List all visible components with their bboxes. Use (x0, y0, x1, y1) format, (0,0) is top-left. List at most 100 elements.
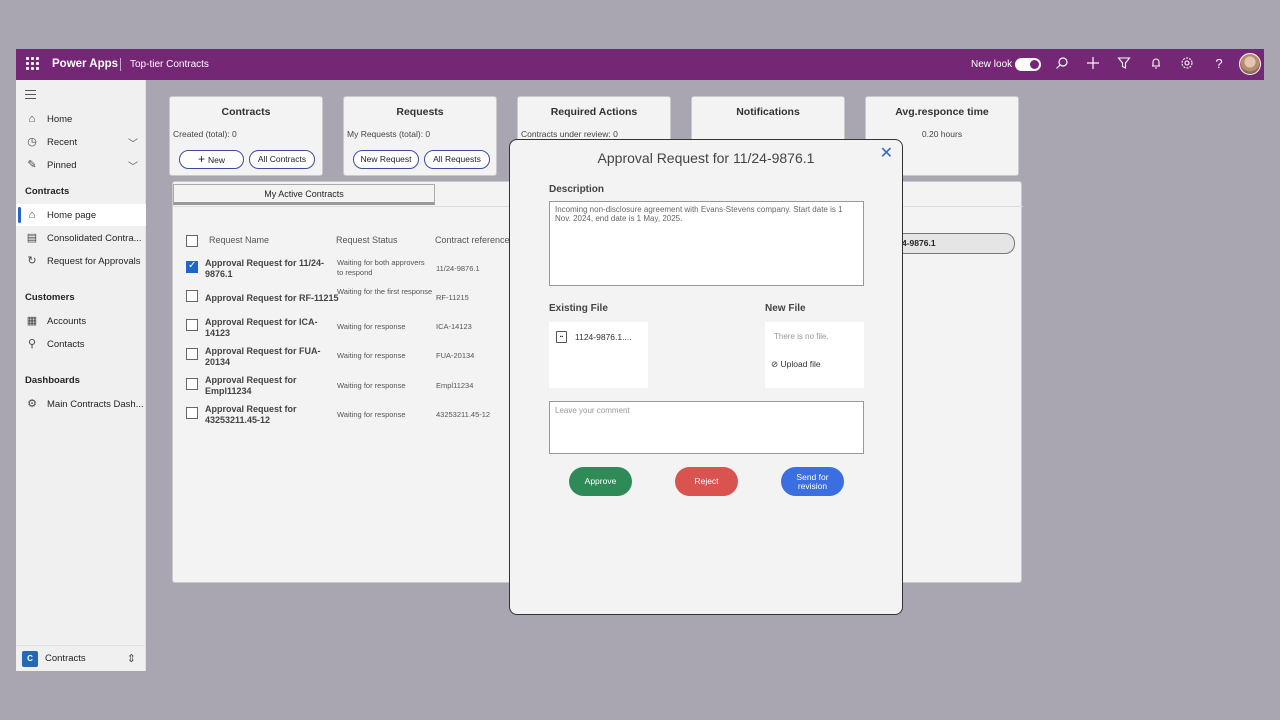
home-icon: ⌂ (28, 113, 36, 125)
sidebar-item-label: Request for Approvals (47, 255, 141, 267)
sidebar-item-label: Main Contracts Dash... (47, 398, 144, 410)
approve-button[interactable]: Approve (569, 467, 632, 496)
column-header-status[interactable]: Request Status (336, 235, 398, 245)
app-launcher-icon[interactable] (26, 57, 40, 71)
sidebar-item-accounts[interactable]: ▦ Accounts (16, 310, 146, 332)
no-file-text: There is no file. (774, 332, 829, 341)
dashboard-icon: ⚙ (27, 398, 37, 410)
sidebar-item-label: Home page (47, 209, 97, 221)
card-subtitle: Contracts under review: 0 (521, 129, 618, 139)
app-name[interactable]: Power Apps (52, 58, 118, 70)
file-icon: ▪▪ (556, 331, 567, 343)
bell-icon[interactable] (1148, 56, 1164, 72)
section-header-customers: Customers (25, 292, 75, 303)
sidebar-item-label: Recent (47, 136, 78, 148)
avatar[interactable] (1239, 53, 1261, 75)
help-icon[interactable]: ? (1211, 56, 1227, 72)
settings-icon[interactable] (1179, 56, 1195, 72)
new-contract-button[interactable]: + New (179, 150, 244, 169)
upload-file-button[interactable]: ⊘ Upload file (771, 359, 821, 370)
divider (120, 58, 121, 71)
approval-icon: ↻ (27, 255, 37, 267)
sidebar-item-main-contracts-dashboard[interactable]: ⚙ Main Contracts Dash... (16, 393, 146, 415)
close-icon[interactable]: ✕ (880, 146, 893, 162)
all-contracts-button[interactable]: All Contracts (249, 150, 315, 169)
table-row-status: Waiting for the first response (337, 287, 433, 296)
table-row-name[interactable]: Approval Request for RF-11215 (205, 293, 345, 304)
table-row-reference: RF-11215 (436, 293, 469, 302)
sidebar-item-request-for-approvals[interactable]: ↻ Request for Approvals (16, 250, 146, 272)
existing-file-box: ▪▪ 1124-9876.1.... (549, 322, 648, 388)
new-file-label: New File (765, 303, 806, 314)
send-for-revision-button[interactable]: Send for revision (781, 467, 844, 496)
sidebar-item-label: Pinned (47, 159, 77, 171)
table-row-status: Waiting for both approvers to respond (337, 258, 425, 277)
new-file-box: There is no file. ⊘ Upload file (765, 322, 864, 388)
requests-card: Requests My Requests (total): 0 New Requ… (343, 96, 497, 176)
table-row-status: Waiting for response (337, 322, 406, 331)
new-look-label: New look (971, 59, 1013, 70)
column-header-name[interactable]: Request Name (209, 235, 269, 245)
chevron-down-icon[interactable]: ﹀ (128, 158, 138, 173)
document-icon: ▤ (26, 232, 38, 244)
card-title: Avg.responce time (895, 106, 989, 118)
card-title: Contracts (221, 106, 271, 118)
area-switcher[interactable]: C Contracts ⇕ (16, 645, 146, 671)
table-row-status: Waiting for response (337, 351, 406, 360)
card-title: Notifications (736, 106, 800, 118)
all-requests-button[interactable]: All Requests (424, 150, 490, 169)
row-checkbox[interactable] (186, 319, 198, 331)
description-label: Description (549, 184, 605, 195)
search-icon[interactable] (1054, 56, 1070, 72)
row-checkbox[interactable] (186, 407, 198, 419)
row-checkbox[interactable] (186, 348, 198, 360)
existing-file-link[interactable]: 1124-9876.1.... (575, 332, 632, 342)
plus-icon: + (197, 152, 205, 166)
card-subtitle: Created (total): 0 (173, 129, 237, 139)
column-header-reference[interactable]: Contract reference (435, 235, 510, 245)
approval-request-dialog: Approval Request for 11/24-9876.1 ✕ Desc… (509, 139, 903, 615)
table-row-name[interactable]: Approval Request for ICA-14123 (205, 317, 333, 339)
card-title: Requests (396, 106, 444, 118)
row-checkbox[interactable] (186, 260, 198, 273)
table-row-reference: 43253211.45-12 (436, 410, 491, 419)
row-checkbox[interactable] (186, 290, 198, 302)
comment-input[interactable]: Leave your comment (549, 401, 864, 454)
add-icon[interactable] (1085, 56, 1101, 72)
table-row-name[interactable]: Approval Request for Empl11234 (205, 375, 333, 397)
table-row-reference: Empl11234 (436, 381, 474, 390)
menu-icon[interactable] (25, 90, 36, 102)
sidebar: ⌂ Home ◷ Recent ﹀ ✎ Pinned ﹀ Contracts ⌂… (16, 80, 146, 671)
new-request-button[interactable]: New Request (353, 150, 419, 169)
sidebar-item-home[interactable]: ⌂ Home (16, 108, 146, 130)
chevron-up-down-icon: ⇕ (126, 653, 136, 665)
reject-button[interactable]: Reject (675, 467, 738, 496)
table-row-name[interactable]: Approval Request for 11/24-9876.1 (205, 258, 333, 280)
sidebar-item-home-page[interactable]: ⌂ Home page (16, 204, 146, 226)
building-icon: ▦ (26, 315, 38, 327)
section-header-dashboards: Dashboards (25, 375, 80, 386)
row-checkbox[interactable] (186, 378, 198, 390)
card-subtitle: 0.20 hours (921, 129, 963, 139)
tab-my-active-contracts[interactable]: My Active Contracts (173, 184, 435, 205)
sidebar-item-label: Home (47, 113, 73, 125)
new-look-toggle[interactable] (1015, 58, 1041, 71)
contracts-card: Contracts Created (total): 0 + New All Co… (169, 96, 323, 176)
sidebar-item-recent[interactable]: ◷ Recent ﹀ (16, 131, 146, 153)
sidebar-item-consolidated-contracts[interactable]: ▤ Consolidated Contra... (16, 227, 146, 249)
select-all-checkbox[interactable] (186, 235, 198, 247)
table-row-reference: 11/24-9876.1 (436, 264, 480, 273)
dialog-title: Approval Request for 11/24-9876.1 (597, 150, 815, 166)
description-field[interactable]: Incoming non-disclosure agreement with E… (549, 201, 864, 286)
environment-name: Top-tier Contracts (130, 59, 209, 70)
sidebar-item-pinned[interactable]: ✎ Pinned ﹀ (16, 154, 146, 176)
table-row-name[interactable]: Approval Request for FUA-20134 (205, 346, 333, 368)
top-bar: Power Apps Top-tier Contracts New look ? (16, 49, 1264, 80)
sidebar-item-contacts[interactable]: ⚲ Contacts (16, 333, 146, 355)
chevron-down-icon[interactable]: ﹀ (128, 135, 138, 150)
table-row-name[interactable]: Approval Request for 43253211.45-12 (205, 404, 333, 426)
filter-icon[interactable] (1116, 56, 1132, 72)
table-row-reference: ICA-14123 (436, 322, 472, 331)
sidebar-item-label: Contacts (47, 338, 85, 350)
selected-record-pill[interactable]: 4-9876.1 (895, 233, 1015, 254)
